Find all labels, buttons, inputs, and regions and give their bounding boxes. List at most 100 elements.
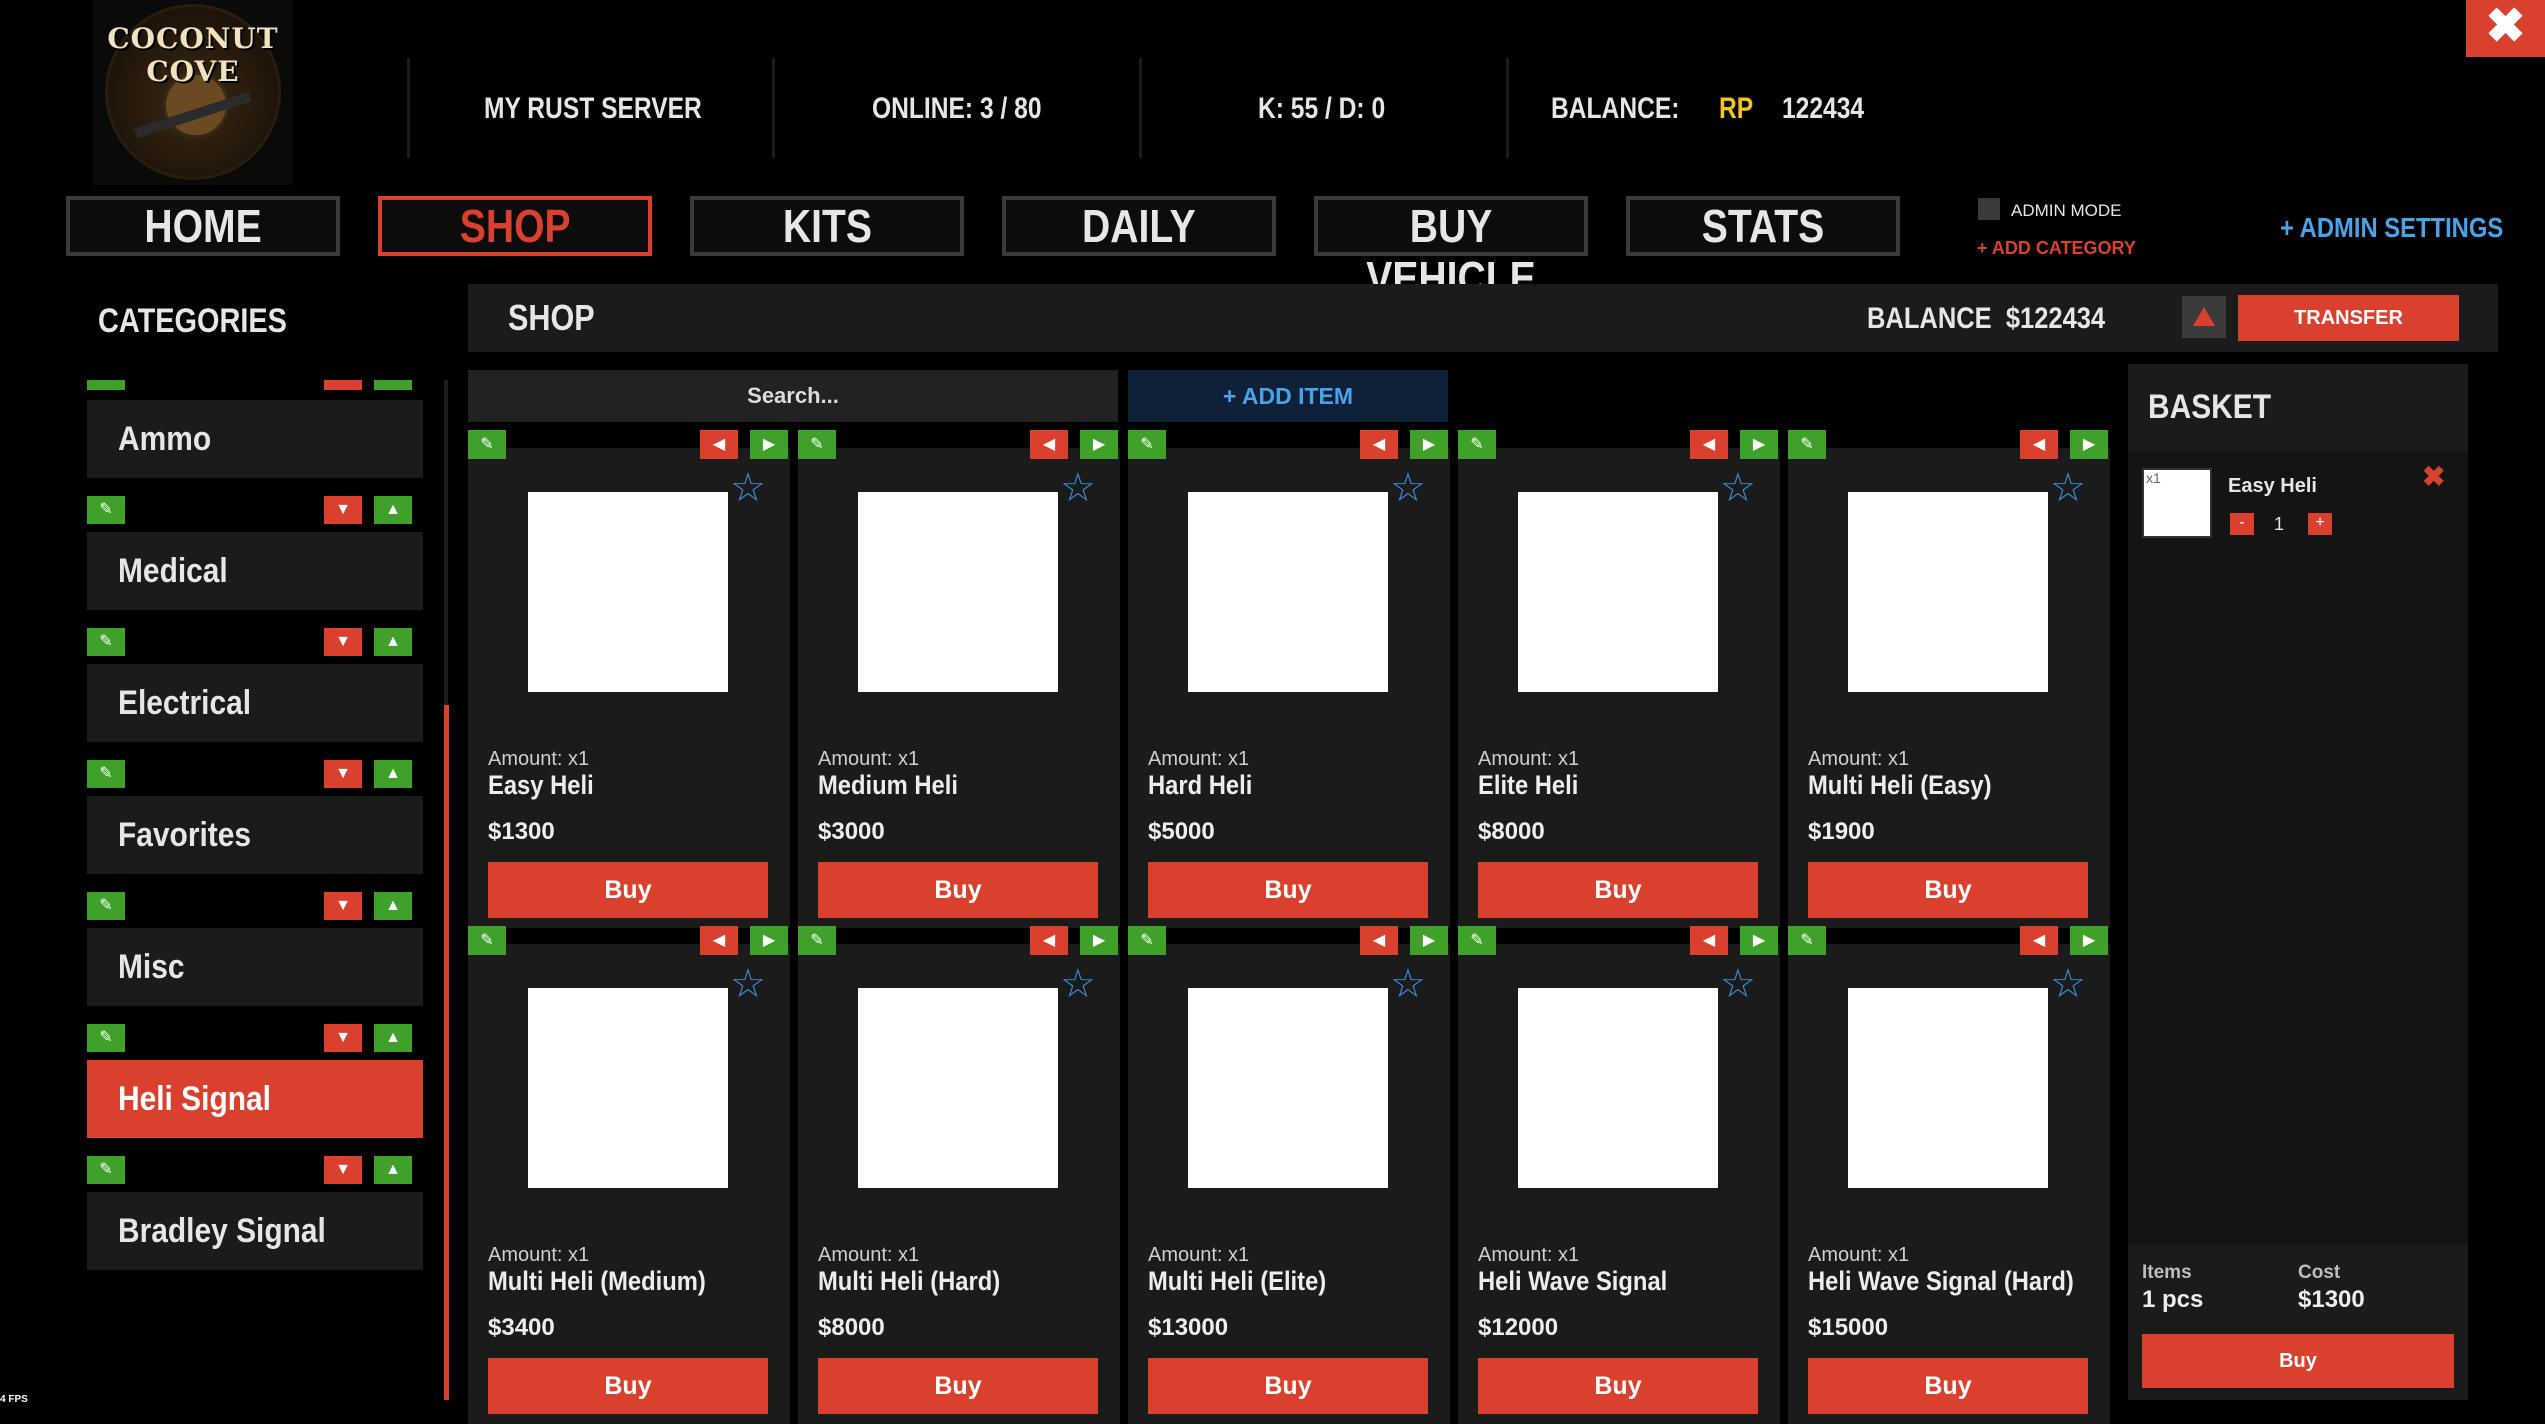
move-right-icon[interactable]: ▶: [2070, 926, 2108, 955]
move-up-icon[interactable]: ▲: [374, 496, 412, 524]
edit-icon[interactable]: ✎: [87, 380, 125, 390]
move-right-icon[interactable]: ▶: [1080, 926, 1118, 955]
edit-icon[interactable]: ✎: [87, 760, 125, 788]
move-left-icon[interactable]: ◀: [1690, 430, 1728, 459]
move-down-icon[interactable]: ▼: [324, 760, 362, 788]
admin-settings-button[interactable]: + ADMIN SETTINGS: [2280, 212, 2503, 244]
favorite-star-icon[interactable]: ☆: [2050, 964, 2086, 1004]
move-down-icon[interactable]: ▼: [324, 1156, 362, 1184]
category-electrical[interactable]: Electrical: [87, 664, 423, 742]
move-left-icon[interactable]: ◀: [700, 430, 738, 459]
move-left-icon[interactable]: ◀: [2020, 430, 2058, 459]
category-ammo[interactable]: Ammo: [87, 400, 423, 478]
favorite-star-icon[interactable]: ☆: [2050, 468, 2086, 508]
admin-mode-checkbox[interactable]: [1978, 198, 2000, 220]
move-down-icon[interactable]: ▼: [324, 628, 362, 656]
move-right-icon[interactable]: ▶: [750, 430, 788, 459]
favorite-star-icon[interactable]: ☆: [1390, 964, 1426, 1004]
nav-daily[interactable]: DAILY: [1002, 196, 1276, 256]
edit-icon[interactable]: ✎: [1458, 926, 1496, 955]
move-right-icon[interactable]: ▶: [1740, 430, 1778, 459]
category-bradley-signal[interactable]: Bradley Signal: [87, 1192, 423, 1270]
nav-home[interactable]: HOME: [66, 196, 340, 256]
move-left-icon[interactable]: ◀: [1690, 926, 1728, 955]
close-icon[interactable]: ✖: [2466, 0, 2545, 57]
move-right-icon[interactable]: ▶: [1410, 926, 1448, 955]
categories-scroll-thumb[interactable]: [444, 705, 449, 1400]
edit-icon[interactable]: ✎: [87, 496, 125, 524]
buy-button[interactable]: Buy: [488, 862, 768, 918]
edit-icon[interactable]: ✎: [798, 926, 836, 955]
basket-buy-button[interactable]: Buy: [2142, 1334, 2454, 1388]
nav-buy-vehicle[interactable]: BUY VEHICLE: [1314, 196, 1588, 304]
buy-button[interactable]: Buy: [1808, 862, 2088, 918]
move-left-icon[interactable]: ◀: [1360, 926, 1398, 955]
edit-icon[interactable]: ✎: [87, 628, 125, 656]
buy-button[interactable]: Buy: [1148, 862, 1428, 918]
nav-stats[interactable]: STATS: [1626, 196, 1900, 256]
favorite-star-icon[interactable]: ☆: [1720, 964, 1756, 1004]
decrease-quantity-button[interactable]: -: [2230, 513, 2254, 535]
edit-icon[interactable]: ✎: [1128, 926, 1166, 955]
move-up-icon[interactable]: ▲: [374, 380, 412, 390]
favorite-star-icon[interactable]: ☆: [730, 468, 766, 508]
category-heli-signal[interactable]: Heli Signal: [87, 1060, 423, 1138]
item-image: [528, 492, 728, 692]
admin-mode-label: ADMIN MODE: [2011, 201, 2122, 220]
category-medical[interactable]: Medical: [87, 532, 423, 610]
buy-button[interactable]: Buy: [1478, 862, 1758, 918]
buy-button[interactable]: Buy: [818, 862, 1098, 918]
triangle-up-icon[interactable]: [2182, 296, 2226, 338]
move-right-icon[interactable]: ▶: [1740, 926, 1778, 955]
move-right-icon[interactable]: ▶: [2070, 430, 2108, 459]
edit-icon[interactable]: ✎: [1788, 430, 1826, 459]
favorite-star-icon[interactable]: ☆: [1720, 468, 1756, 508]
edit-icon[interactable]: ✎: [1788, 926, 1826, 955]
move-up-icon[interactable]: ▲: [374, 1156, 412, 1184]
transfer-button[interactable]: TRANSFER: [2238, 295, 2459, 341]
move-down-icon[interactable]: ▼: [324, 892, 362, 920]
category-favorites[interactable]: Favorites: [87, 796, 423, 874]
search-input[interactable]: [468, 370, 1118, 422]
buy-button[interactable]: Buy: [1808, 1358, 2088, 1414]
move-up-icon[interactable]: ▲: [374, 892, 412, 920]
move-up-icon[interactable]: ▲: [374, 628, 412, 656]
move-down-icon[interactable]: ▼: [324, 380, 362, 390]
edit-icon[interactable]: ✎: [1458, 430, 1496, 459]
move-right-icon[interactable]: ▶: [1080, 430, 1118, 459]
add-category-button[interactable]: + ADD CATEGORY: [1977, 238, 2136, 259]
move-down-icon[interactable]: ▼: [324, 496, 362, 524]
remove-item-icon[interactable]: ✖: [2422, 460, 2445, 493]
buy-button[interactable]: Buy: [1148, 1358, 1428, 1414]
favorite-star-icon[interactable]: ☆: [1060, 468, 1096, 508]
favorite-star-icon[interactable]: ☆: [1060, 964, 1096, 1004]
nav-kits[interactable]: KITS: [690, 196, 964, 256]
move-up-icon[interactable]: ▲: [374, 760, 412, 788]
buy-button[interactable]: Buy: [488, 1358, 768, 1414]
edit-icon[interactable]: ✎: [798, 430, 836, 459]
move-down-icon[interactable]: ▼: [324, 1024, 362, 1052]
move-left-icon[interactable]: ◀: [700, 926, 738, 955]
edit-icon[interactable]: ✎: [87, 892, 125, 920]
buy-button[interactable]: Buy: [1478, 1358, 1758, 1414]
favorite-star-icon[interactable]: ☆: [1390, 468, 1426, 508]
favorite-star-icon[interactable]: ☆: [730, 964, 766, 1004]
move-right-icon[interactable]: ▶: [1410, 430, 1448, 459]
edit-icon[interactable]: ✎: [468, 926, 506, 955]
buy-button[interactable]: Buy: [818, 1358, 1098, 1414]
move-left-icon[interactable]: ◀: [1360, 430, 1398, 459]
move-left-icon[interactable]: ◀: [1030, 430, 1068, 459]
item-name: Multi Heli (Medium): [488, 1266, 706, 1296]
edit-icon[interactable]: ✎: [1128, 430, 1166, 459]
category-misc[interactable]: Misc: [87, 928, 423, 1006]
edit-icon[interactable]: ✎: [87, 1156, 125, 1184]
move-right-icon[interactable]: ▶: [750, 926, 788, 955]
increase-quantity-button[interactable]: +: [2308, 513, 2332, 535]
add-item-button[interactable]: + ADD ITEM: [1128, 370, 1448, 422]
edit-icon[interactable]: ✎: [87, 1024, 125, 1052]
nav-shop[interactable]: SHOP: [378, 196, 652, 256]
edit-icon[interactable]: ✎: [468, 430, 506, 459]
move-left-icon[interactable]: ◀: [2020, 926, 2058, 955]
move-up-icon[interactable]: ▲: [374, 1024, 412, 1052]
move-left-icon[interactable]: ◀: [1030, 926, 1068, 955]
